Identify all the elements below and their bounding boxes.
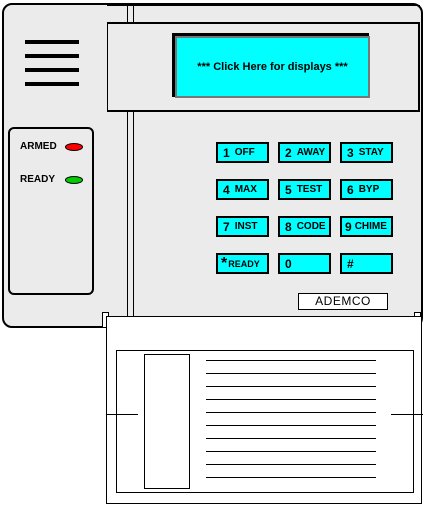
card-line (206, 399, 376, 400)
key-function: STAY (358, 147, 384, 158)
card-line (206, 386, 376, 387)
key-number: 1 (223, 145, 230, 160)
key-function: TEST (296, 184, 323, 195)
key-4-max[interactable]: 4 MAX (216, 179, 269, 200)
key-number: 4 (223, 182, 230, 197)
key-6-byp[interactable]: 6 BYP (340, 179, 393, 200)
cover-left-tab (106, 414, 138, 415)
brand-label: ADEMCO (298, 293, 388, 310)
key-number: 2 (285, 145, 292, 160)
cover-right-tab (391, 414, 423, 415)
key-pound[interactable]: # (340, 253, 393, 274)
key-number: * (221, 254, 228, 272)
indicator-panel: ARMED READY (8, 127, 94, 295)
card-line (206, 360, 376, 361)
key-number: 7 (223, 219, 230, 234)
key-function: INST (234, 221, 258, 232)
key-function: READY (228, 258, 260, 269)
card-line (206, 477, 376, 478)
key-number: 5 (285, 182, 292, 197)
key-function: AWAY (296, 147, 326, 158)
key-number: 6 (347, 182, 354, 197)
key-function: OFF (234, 147, 255, 158)
speaker-grille (25, 40, 81, 90)
display-housing-edge (107, 5, 420, 24)
key-number: # (347, 256, 354, 271)
key-3-stay[interactable]: 3 STAY (340, 142, 393, 163)
ready-led-icon (65, 176, 83, 184)
card-line (206, 464, 376, 465)
key-function: CODE (296, 221, 326, 232)
armed-label: ARMED (20, 141, 57, 152)
display-click-area[interactable]: *** Click Here for displays *** (175, 36, 370, 98)
key-2-away[interactable]: 2 AWAY (278, 142, 331, 163)
display-screen: *** Click Here for displays *** (172, 33, 370, 98)
key-8-code[interactable]: 8 CODE (278, 216, 331, 237)
card-line (206, 412, 376, 413)
armed-led-icon (65, 143, 83, 151)
key-9-chime[interactable]: 9 CHIME (340, 216, 393, 237)
key-function: MAX (234, 184, 257, 195)
key-number: 0 (285, 256, 292, 271)
key-5-test[interactable]: 5 TEST (278, 179, 331, 200)
lower-cover (106, 316, 423, 504)
key-star-ready[interactable]: * READY (216, 253, 269, 274)
card-line (206, 373, 376, 374)
key-number: 8 (285, 219, 292, 234)
key-function: CHIME (354, 221, 387, 232)
key-0[interactable]: 0 (278, 253, 331, 274)
key-1-off[interactable]: 1 OFF (216, 142, 269, 163)
key-number: 3 (347, 145, 354, 160)
card-line (206, 425, 376, 426)
ready-label: READY (20, 174, 56, 185)
cover-slot (144, 354, 190, 489)
card-line (206, 438, 376, 439)
key-number: 9 (345, 219, 352, 234)
key-7-inst[interactable]: 7 INST (216, 216, 269, 237)
card-line (206, 451, 376, 452)
key-function: BYP (358, 184, 380, 195)
